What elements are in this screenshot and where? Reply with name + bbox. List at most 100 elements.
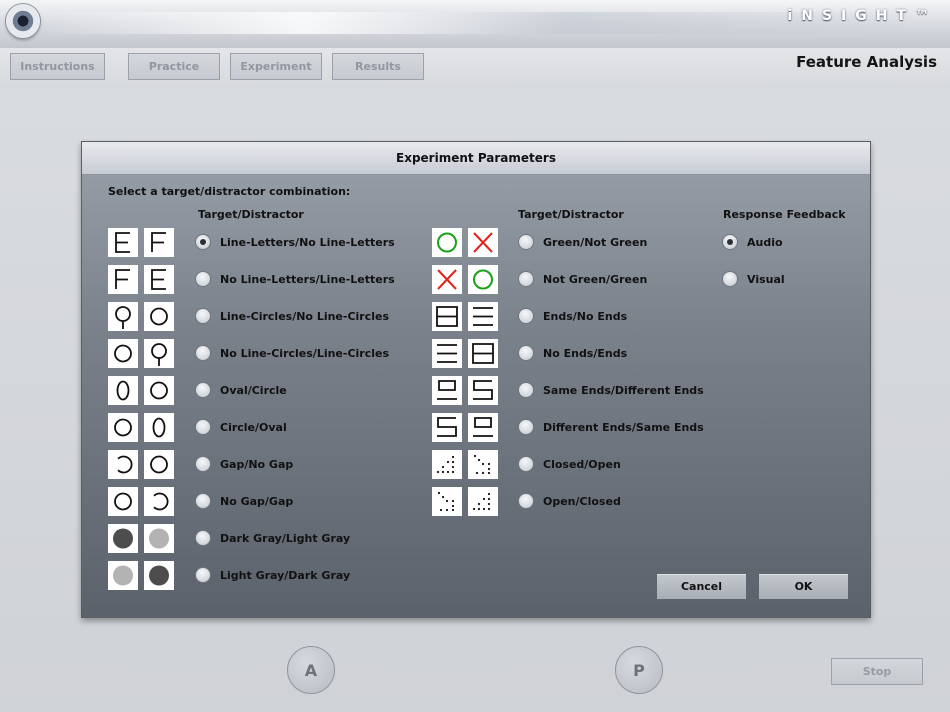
eye-logo-icon (6, 4, 40, 38)
light-dot-icon (108, 561, 138, 590)
experiment-parameters-dialog: Experiment Parameters Select a target/di… (81, 141, 871, 618)
dark-dot-icon (108, 524, 138, 553)
stop-button[interactable]: Stop (831, 658, 923, 685)
radio-button[interactable] (518, 419, 534, 435)
letter-F-icon (144, 228, 174, 257)
option-row[interactable]: No Ends/Ends (518, 343, 627, 363)
results-tab[interactable]: Results (332, 53, 424, 80)
dots-closed-icon (468, 487, 498, 516)
option-row[interactable]: Ends/No Ends (518, 306, 627, 326)
radio-button[interactable] (518, 308, 534, 324)
insight-logo: iNSIGHT™ (787, 8, 938, 24)
radio-button[interactable] (518, 271, 534, 287)
dark-dot-icon (144, 561, 174, 590)
option-row[interactable]: Line-Circles/No Line-Circles (195, 306, 389, 326)
option-label: Line-Letters/No Line-Letters (220, 235, 395, 249)
option-row[interactable]: Not Green/Green (518, 269, 647, 289)
col2-header: Target/Distractor (518, 208, 624, 221)
option-row[interactable]: Line-Letters/No Line-Letters (195, 232, 395, 252)
radio-button[interactable] (195, 530, 211, 546)
circle-icon (108, 487, 138, 516)
option-row[interactable]: Light Gray/Dark Gray (195, 565, 350, 585)
option-row[interactable]: Open/Closed (518, 491, 621, 511)
option-row[interactable]: Closed/Open (518, 454, 621, 474)
light-dot-icon (144, 524, 174, 553)
option-label: Visual (747, 272, 785, 286)
letter-E-icon (144, 265, 174, 294)
diff-ends-icon (432, 413, 462, 442)
ok-button[interactable]: OK (758, 573, 849, 600)
red-x-icon (468, 228, 498, 257)
same-ends-icon (432, 376, 462, 405)
p-response-button[interactable]: P (615, 646, 663, 694)
radio-button[interactable] (722, 234, 738, 250)
radio-button[interactable] (518, 345, 534, 361)
radio-button[interactable] (195, 308, 211, 324)
option-row[interactable]: Same Ends/Different Ends (518, 380, 704, 400)
top-banner: iNSIGHT™ (0, 0, 950, 49)
radio-button[interactable] (195, 567, 211, 583)
option-label: Audio (747, 235, 783, 249)
option-row[interactable]: Circle/Oval (195, 417, 287, 437)
option-label: Open/Closed (543, 494, 621, 508)
radio-button[interactable] (195, 382, 211, 398)
circle-icon (108, 413, 138, 442)
radio-button[interactable] (518, 234, 534, 250)
radio-button[interactable] (195, 456, 211, 472)
option-label: Different Ends/Same Ends (543, 420, 704, 434)
option-label: Same Ends/Different Ends (543, 383, 704, 397)
ends-icon (468, 339, 498, 368)
page-title: Feature Analysis (796, 53, 937, 71)
option-row[interactable]: No Line-Letters/Line-Letters (195, 269, 395, 289)
dots-open-icon (468, 450, 498, 479)
no-ends-icon (468, 302, 498, 331)
radio-button[interactable] (518, 493, 534, 509)
practice-tab[interactable]: Practice (128, 53, 220, 80)
radio-button[interactable] (195, 271, 211, 287)
option-label: Line-Circles/No Line-Circles (220, 309, 390, 323)
option-row[interactable]: Oval/Circle (195, 380, 287, 400)
dialog-title: Experiment Parameters (82, 142, 870, 175)
option-label: Circle/Oval (220, 420, 287, 434)
line-circle-icon (144, 339, 174, 368)
a-response-button[interactable]: A (287, 646, 335, 694)
option-label: Light Gray/Dark Gray (220, 568, 351, 582)
radio-button[interactable] (195, 345, 211, 361)
option-label: Oval/Circle (220, 383, 287, 397)
green-circle-icon (432, 228, 462, 257)
instructions-tab[interactable]: Instructions (10, 53, 105, 80)
radio-button[interactable] (195, 493, 211, 509)
oval-icon (108, 376, 138, 405)
red-x-icon (432, 265, 462, 294)
radio-button[interactable] (722, 271, 738, 287)
instruction-text: Select a target/distractor combination: (108, 185, 351, 198)
radio-button[interactable] (195, 419, 211, 435)
option-row[interactable]: Visual (722, 269, 785, 289)
circle-icon (144, 302, 174, 331)
option-label: Green/Not Green (543, 235, 648, 249)
radio-button[interactable] (195, 234, 211, 250)
option-label: Ends/No Ends (543, 309, 628, 323)
option-row[interactable]: Green/Not Green (518, 232, 647, 252)
no-ends-icon (432, 339, 462, 368)
radio-button[interactable] (518, 456, 534, 472)
line-circle-icon (108, 302, 138, 331)
option-label: No Line-Circles/Line-Circles (220, 346, 390, 360)
col1-header: Target/Distractor (198, 208, 304, 221)
option-row[interactable]: Different Ends/Same Ends (518, 417, 704, 437)
circle-icon (108, 339, 138, 368)
gap-circle-icon (108, 450, 138, 479)
radio-button[interactable] (518, 382, 534, 398)
oval-icon (144, 413, 174, 442)
option-row[interactable]: Audio (722, 232, 783, 252)
letter-E-icon (108, 228, 138, 257)
dots-closed-icon (432, 450, 462, 479)
cancel-button[interactable]: Cancel (656, 573, 747, 600)
option-row[interactable]: Gap/No Gap (195, 454, 293, 474)
diff-ends-icon (468, 376, 498, 405)
letter-F-icon (108, 265, 138, 294)
option-row[interactable]: No Line-Circles/Line-Circles (195, 343, 389, 363)
experiment-tab[interactable]: Experiment (230, 53, 322, 80)
option-row[interactable]: Dark Gray/Light Gray (195, 528, 350, 548)
option-row[interactable]: No Gap/Gap (195, 491, 293, 511)
